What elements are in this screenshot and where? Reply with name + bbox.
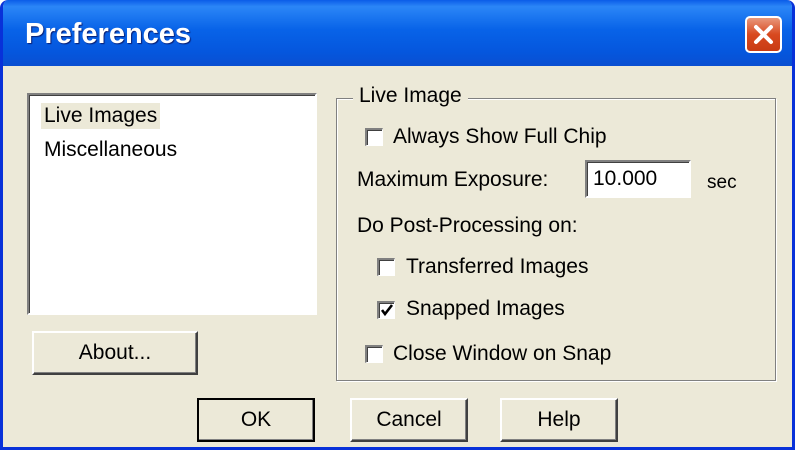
transferred-images-checkbox[interactable] — [377, 258, 395, 276]
max-exposure-input[interactable] — [587, 162, 689, 196]
close-window-on-snap-label[interactable]: Close Window on Snap — [393, 342, 611, 366]
snapped-images-label[interactable]: Snapped Images — [406, 297, 565, 321]
snapped-images-checkbox[interactable] — [377, 301, 395, 319]
max-exposure-unit: sec — [707, 172, 737, 193]
always-show-full-chip-checkbox[interactable] — [365, 128, 383, 146]
help-button[interactable]: Help — [500, 398, 618, 442]
always-show-full-chip-label[interactable]: Always Show Full Chip — [393, 125, 607, 149]
title-bar[interactable]: Preferences — [3, 0, 792, 66]
ok-button[interactable]: OK — [197, 398, 315, 442]
about-button[interactable]: About... — [32, 331, 198, 375]
close-window-on-snap-checkbox[interactable] — [365, 345, 383, 363]
max-exposure-field[interactable] — [585, 160, 691, 198]
max-exposure-label: Maximum Exposure: — [357, 168, 549, 191]
close-icon — [754, 25, 773, 44]
post-processing-label: Do Post-Processing on: — [357, 214, 578, 237]
transferred-images-label[interactable]: Transferred Images — [406, 255, 588, 279]
close-button[interactable] — [745, 16, 782, 53]
cancel-button[interactable]: Cancel — [350, 398, 468, 442]
list-item-live-images[interactable]: Live Images — [41, 103, 161, 129]
live-image-group-title: Live Image — [353, 84, 468, 108]
list-item-miscellaneous[interactable]: Miscellaneous — [41, 137, 180, 163]
category-list[interactable]: Live Images Miscellaneous — [27, 93, 317, 315]
preferences-dialog: Preferences Live Images Miscellaneous Ab… — [0, 0, 795, 450]
window-title: Preferences — [25, 18, 192, 50]
checkmark-icon — [380, 304, 394, 317]
